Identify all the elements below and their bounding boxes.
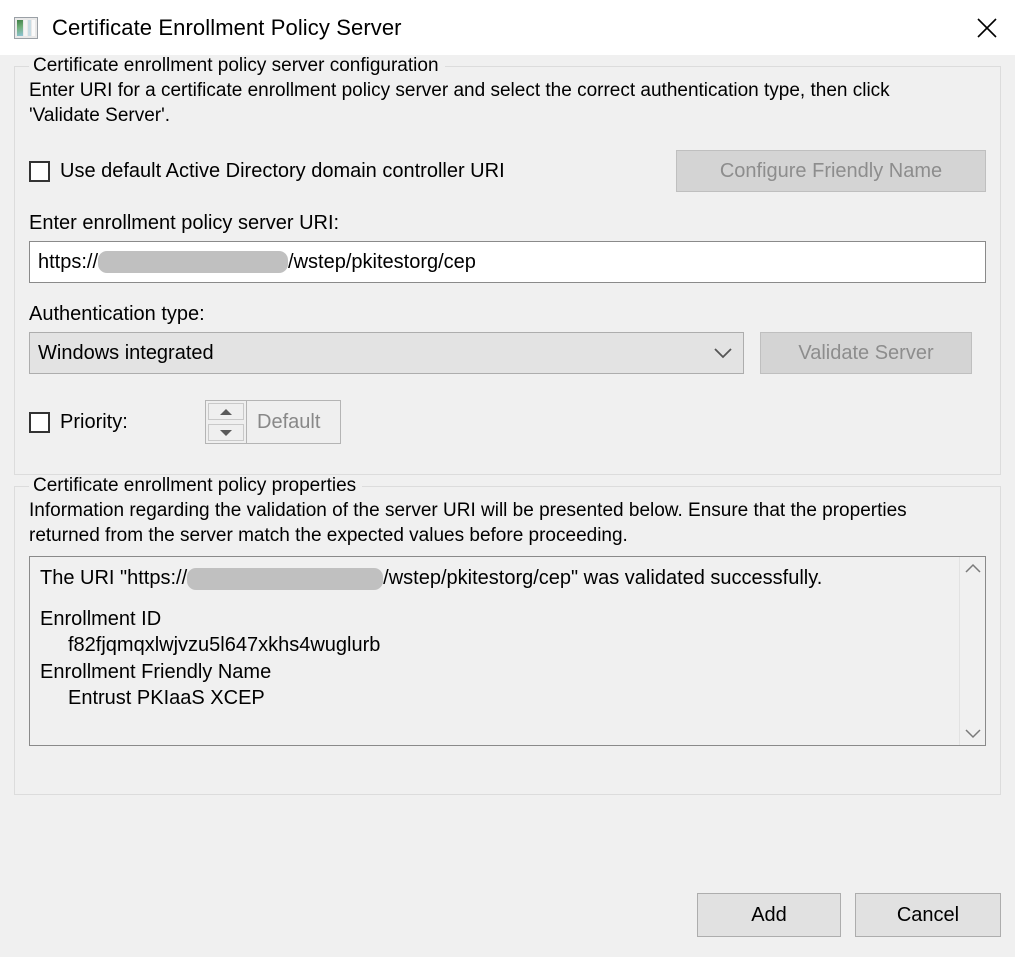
config-group: Certificate enrollment policy server con… xyxy=(14,55,1001,475)
add-button[interactable]: Add xyxy=(697,893,841,937)
certificate-window-icon xyxy=(14,16,38,39)
checkbox-box xyxy=(29,160,50,182)
enrollment-id-value: f82fjqmqxlwjvzu5l647xkhs4wuglurb xyxy=(68,634,381,657)
spinner-down-icon[interactable] xyxy=(208,424,244,442)
priority-checkbox[interactable]: Priority: xyxy=(29,411,205,434)
properties-group: Certificate enrollment policy properties… xyxy=(14,475,1001,795)
priority-stepper[interactable]: Default xyxy=(205,400,341,445)
close-icon[interactable] xyxy=(959,0,1015,55)
log-line-validated: The URI "https:// /wstep/pkitestorg/cep" … xyxy=(40,565,949,591)
scroll-up-icon[interactable] xyxy=(964,563,981,573)
priority-spinner-buttons xyxy=(206,401,247,444)
properties-description: Information regarding the validation of … xyxy=(29,500,907,546)
uri-field-label: Enter enrollment policy server URI: xyxy=(29,212,340,235)
auth-type-value: Windows integrated xyxy=(38,341,214,364)
configure-friendly-name-button[interactable]: Configure Friendly Name xyxy=(676,150,986,193)
dialog-footer: Add Cancel xyxy=(697,893,1001,937)
log-spacer xyxy=(40,592,949,606)
window-title: Certificate Enrollment Policy Server xyxy=(52,14,402,40)
title-bar: Certificate Enrollment Policy Server xyxy=(0,0,1015,55)
config-group-legend: Certificate enrollment policy server con… xyxy=(33,55,439,76)
uri-redaction-bar xyxy=(98,251,289,274)
uri-prefix: https:// xyxy=(38,250,99,273)
priority-label: Priority: xyxy=(60,410,128,433)
enrollment-friendly-name-value: Entrust PKIaaS XCEP xyxy=(68,686,265,709)
log-redaction-bar xyxy=(187,568,384,591)
validate-server-button[interactable]: Validate Server xyxy=(760,332,972,375)
validation-results-text: The URI "https:// /wstep/pkitestorg/cep" … xyxy=(30,557,959,745)
cancel-button[interactable]: Cancel xyxy=(855,893,1001,937)
chevron-down-icon xyxy=(713,347,733,359)
enrollment-uri-input[interactable]: https:// /wstep/pkitestorg/cep xyxy=(29,241,986,284)
enrollment-friendly-name-label: Enrollment Friendly Name xyxy=(40,660,272,683)
checkbox-box xyxy=(29,411,50,433)
uri-suffix: /wstep/pkitestorg/cep xyxy=(288,250,476,273)
priority-row: Priority: Default xyxy=(29,400,986,445)
enrollment-id-label: Enrollment ID xyxy=(40,607,162,630)
priority-value: Default xyxy=(257,410,321,433)
auth-type-row: Windows integrated Validate Server xyxy=(29,332,986,375)
log-line1-prefix: The URI "https:// xyxy=(40,567,188,590)
spinner-up-icon[interactable] xyxy=(208,403,244,421)
log-line1-suffix: /wstep/pkitestorg/cep" was validated suc… xyxy=(383,567,823,590)
scroll-down-icon[interactable] xyxy=(964,729,981,739)
use-default-uri-label: Use default Active Directory domain cont… xyxy=(60,159,505,182)
properties-group-legend: Certificate enrollment policy properties xyxy=(33,475,357,496)
use-default-row: Use default Active Directory domain cont… xyxy=(29,150,986,193)
use-default-uri-checkbox[interactable]: Use default Active Directory domain cont… xyxy=(29,160,505,183)
config-description: Enter URI for a certificate enrollment p… xyxy=(29,80,890,126)
auth-type-select[interactable]: Windows integrated xyxy=(29,332,744,375)
dialog-body: Certificate enrollment policy server con… xyxy=(0,55,1015,795)
validation-results-scrollbar[interactable] xyxy=(959,557,985,746)
validation-results-box[interactable]: The URI "https:// /wstep/pkitestorg/cep" … xyxy=(29,556,986,747)
auth-type-label: Authentication type: xyxy=(29,303,205,326)
